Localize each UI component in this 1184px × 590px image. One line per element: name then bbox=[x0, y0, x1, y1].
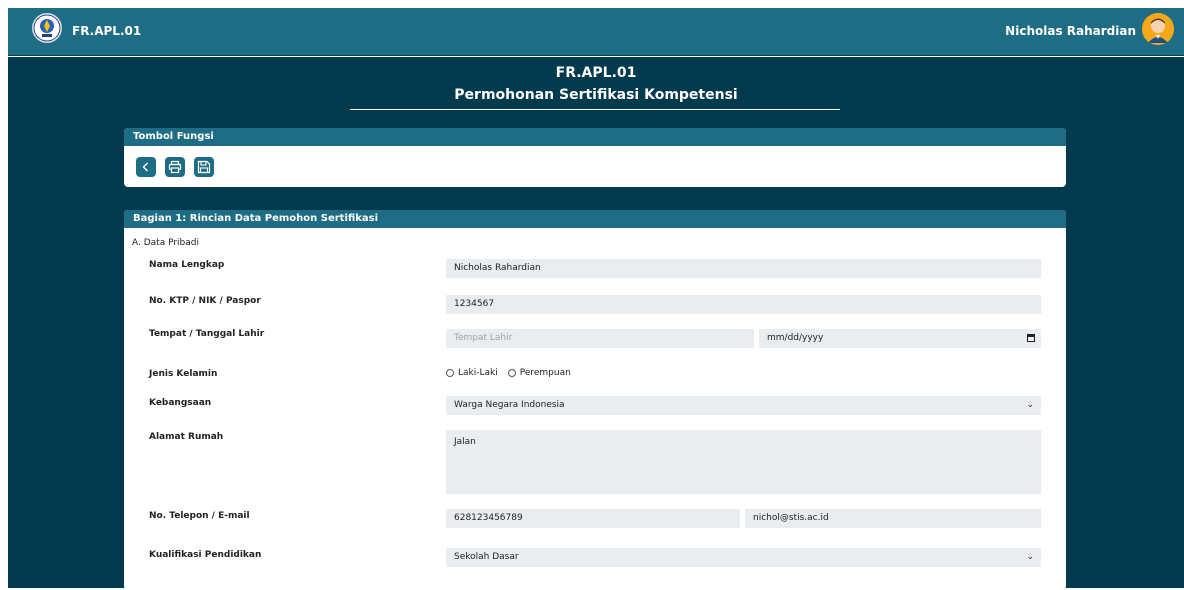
chevron-down-icon: ⌄ bbox=[1026, 400, 1034, 410]
kontak-label: No. Telepon / E-mail bbox=[149, 511, 250, 521]
nama-input[interactable]: Nicholas Rahardian bbox=[446, 259, 1041, 278]
toolbar-buttons bbox=[136, 157, 214, 177]
app-brand[interactable]: FR.APL.01 bbox=[72, 24, 141, 38]
pendidikan-label: Kualifikasi Pendidikan bbox=[149, 550, 262, 560]
radio-laki-laki[interactable] bbox=[446, 369, 454, 377]
user-avatar-icon[interactable] bbox=[1142, 13, 1174, 45]
radio-perempuan-label: Perempuan bbox=[519, 368, 571, 378]
ttl-label: Tempat / Tanggal Lahir bbox=[149, 329, 265, 339]
page-title: FR.APL.01 bbox=[555, 65, 637, 81]
nama-label: Nama Lengkap bbox=[149, 260, 225, 270]
tanggal-lahir-value: mm/dd/yyyy bbox=[767, 333, 824, 343]
chevron-down-icon: ⌄ bbox=[1026, 552, 1034, 562]
data-pribadi-label: A. Data Pribadi bbox=[132, 238, 199, 248]
kebangsaan-label: Kebangsaan bbox=[149, 398, 212, 408]
save-button[interactable] bbox=[194, 157, 214, 177]
pendidikan-value: Sekolah Dasar bbox=[454, 552, 519, 562]
kebangsaan-value: Warga Negara Indonesia bbox=[454, 400, 565, 410]
user-name[interactable]: Nicholas Rahardian bbox=[1005, 24, 1136, 38]
telepon-input[interactable]: 628123456789 bbox=[446, 509, 740, 528]
toolbar-heading: Tombol Fungsi bbox=[124, 128, 1066, 146]
gender-label: Jenis Kelamin bbox=[149, 369, 218, 379]
section1-card: Bagian 1: Rincian Data Pemohon Sertifika… bbox=[124, 210, 1066, 590]
radio-perempuan[interactable] bbox=[507, 369, 516, 377]
section1-heading: Bagian 1: Rincian Data Pemohon Sertifika… bbox=[124, 210, 1066, 228]
tanggal-lahir-input[interactable]: mm/dd/yyyy bbox=[759, 329, 1041, 348]
gender-radio-group: Laki-Laki Perempuan bbox=[446, 368, 571, 378]
page-content: FR.APL.01 Permohonan Sertifikasi Kompete… bbox=[8, 57, 1184, 590]
back-button[interactable] bbox=[136, 157, 156, 177]
alamat-label: Alamat Rumah bbox=[149, 432, 224, 442]
ktp-input[interactable]: 1234567 bbox=[446, 295, 1041, 314]
stis-logo-icon[interactable] bbox=[32, 13, 62, 43]
print-button[interactable] bbox=[165, 157, 185, 177]
kebangsaan-select[interactable]: Warga Negara Indonesia ⌄ bbox=[446, 396, 1041, 415]
calendar-icon[interactable] bbox=[1027, 334, 1035, 342]
print-icon bbox=[168, 160, 182, 174]
page-subtitle: Permohonan Sertifikasi Kompetensi bbox=[454, 87, 738, 103]
back-icon bbox=[142, 162, 148, 172]
tempat-lahir-input[interactable]: Tempat Lahir bbox=[446, 329, 754, 348]
radio-laki-laki-label: Laki-Laki bbox=[458, 368, 498, 378]
save-icon bbox=[197, 160, 211, 174]
top-navbar: FR.APL.01 Nicholas Rahardian bbox=[8, 8, 1184, 56]
ktp-label: No. KTP / NIK / Paspor bbox=[149, 296, 261, 306]
title-underline bbox=[350, 109, 840, 110]
alamat-textarea[interactable]: Jalan bbox=[446, 430, 1041, 494]
email-input[interactable]: nichol@stis.ac.id bbox=[745, 509, 1041, 528]
toolbar-card: Tombol Fungsi bbox=[124, 128, 1066, 187]
pendidikan-select[interactable]: Sekolah Dasar ⌄ bbox=[446, 548, 1041, 567]
